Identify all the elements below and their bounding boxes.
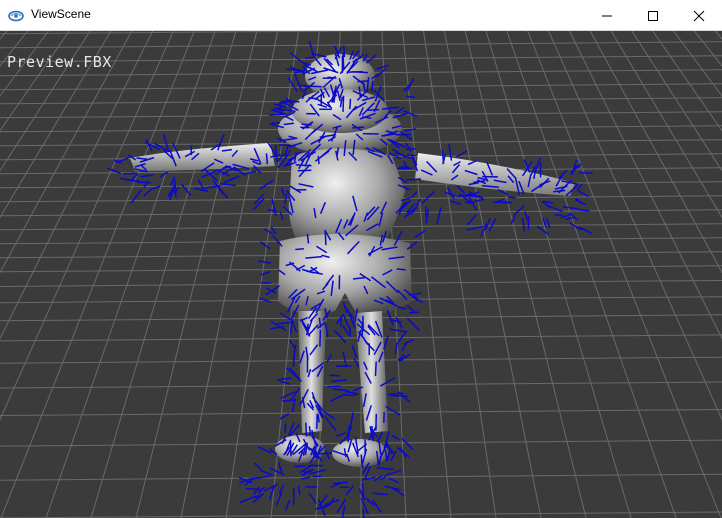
scene-canvas[interactable] — [0, 31, 722, 518]
close-icon — [693, 10, 705, 21]
minimize-icon — [602, 15, 612, 16]
viewscene-window: ViewScene Preview.FBX — [0, 0, 722, 518]
file-name-label: Preview.FBX — [7, 53, 112, 71]
window-title: ViewScene — [31, 7, 91, 21]
minimize-button[interactable] — [584, 0, 630, 31]
maximize-icon — [648, 10, 658, 21]
3d-viewport[interactable]: Preview.FBX — [0, 31, 722, 518]
close-button[interactable] — [676, 0, 722, 31]
viewscene-app-icon — [8, 8, 24, 22]
maximize-button[interactable] — [630, 0, 676, 31]
title-bar[interactable]: ViewScene — [0, 0, 722, 31]
